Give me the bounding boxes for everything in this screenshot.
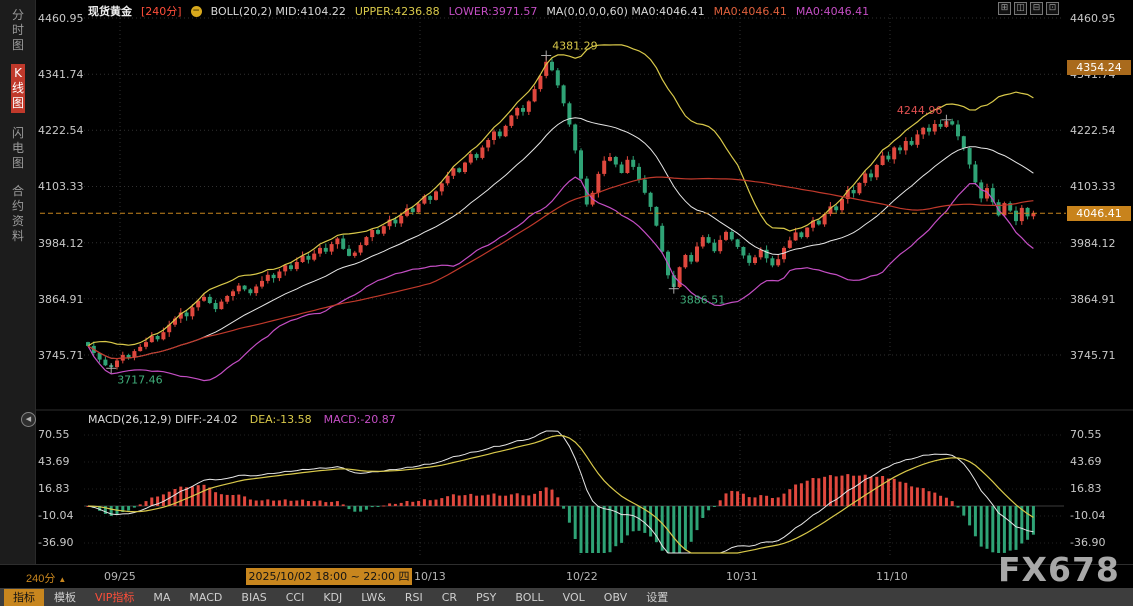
selected-range-label: 2025/10/02 18:00 ~ 22:00 四 xyxy=(246,568,412,585)
window-layout-icons: ⊞ ◫ ⊟ ⊡ xyxy=(998,2,1059,15)
y-axis-label: 4460.95 xyxy=(38,12,84,25)
boll-mid-readout: BOLL(20,2) MID:4104.22 xyxy=(211,5,346,18)
toolbar-item-vol[interactable]: VOL xyxy=(554,589,594,606)
toolbar-item-rsi[interactable]: RSI xyxy=(396,589,432,606)
svg-text:3717.46: 3717.46 xyxy=(117,373,163,386)
toolbar-item-settings[interactable]: 设置 xyxy=(637,589,677,606)
boll-upper-readout: UPPER:4236.88 xyxy=(355,5,440,18)
bottom-toolbar: 指标 模板 VIP指标 MA MACD BIAS CCI KDJ LW& RSI… xyxy=(0,588,1133,606)
toolbar-item-macd[interactable]: MACD xyxy=(180,589,231,606)
x-axis: 240分▲ 09/25 2025/10/02 18:00 ~ 22:00 四 1… xyxy=(0,564,1133,588)
price-badge-current: 4046.41 xyxy=(1067,206,1131,221)
sidebar-collapse-button[interactable]: ◀ xyxy=(21,412,36,427)
y-axis-label: 4103.33 xyxy=(38,180,84,193)
y-axis-label: 4222.54 xyxy=(38,124,84,137)
period-label: [240分] xyxy=(141,3,182,19)
toolbar-item-obv[interactable]: OBV xyxy=(595,589,636,606)
macd-diff-readout: MACD(26,12,9) DIFF:-24.02 xyxy=(88,413,238,426)
panel-collapse-icon[interactable]: ⊡ xyxy=(1046,2,1059,15)
period-value: 240分 xyxy=(26,573,55,585)
macd-dea-readout: DEA:-13.58 xyxy=(250,413,312,426)
grid-layout-icon[interactable]: ⊞ xyxy=(998,2,1011,15)
macd-axis-label: 70.55 xyxy=(1070,428,1102,441)
chevron-up-icon: ▲ xyxy=(58,575,66,584)
toolbar-item-cr[interactable]: CR xyxy=(433,589,466,606)
y-axis-label: 4341.74 xyxy=(38,68,84,81)
toolbar-item-cci[interactable]: CCI xyxy=(277,589,314,606)
ma-readout: MA(0,0,0,0,60) MA0:4046.41 xyxy=(546,5,704,18)
indicator-header: 现货黄金 [240分] − BOLL(20,2) MID:4104.22 UPP… xyxy=(88,3,869,19)
y-axis-label: 4222.54 xyxy=(1070,124,1116,137)
toolbar-item-psy[interactable]: PSY xyxy=(467,589,505,606)
macd-axis-label: 70.55 xyxy=(38,428,70,441)
toolbar-item-vip-indicators[interactable]: VIP指标 xyxy=(86,589,143,606)
date-label: 10/13 xyxy=(414,570,446,583)
macd-axis-label: -10.04 xyxy=(1070,509,1105,522)
fx678-watermark: FX678 xyxy=(998,550,1120,589)
sidebar-tab-kline[interactable]: K线图 xyxy=(11,64,25,113)
sidebar-tab-time-chart[interactable]: 分时图 xyxy=(11,8,25,53)
svg-text:4244.96: 4244.96 xyxy=(897,104,943,117)
date-label: 10/22 xyxy=(566,570,598,583)
y-axis-label: 3745.71 xyxy=(1070,349,1116,362)
symbol-name: 现货黄金 xyxy=(88,3,132,19)
date-label: 10/31 xyxy=(726,570,758,583)
toolbar-item-kdj[interactable]: KDJ xyxy=(314,589,351,606)
svg-text:3886.51: 3886.51 xyxy=(680,294,726,307)
sidebar-tab-lightning[interactable]: 闪电图 xyxy=(11,126,25,171)
period-selector[interactable]: 240分▲ xyxy=(26,570,66,586)
ma0-readout-2: MA0:4046.41 xyxy=(714,5,787,18)
macd-axis-label: -36.90 xyxy=(1070,536,1105,549)
y-axis-label: 3864.91 xyxy=(38,293,84,306)
date-label: 11/10 xyxy=(876,570,908,583)
sidebar-tab-contract-info[interactable]: 合约资料 xyxy=(11,184,25,244)
y-axis-label: 4460.95 xyxy=(1070,12,1116,25)
toolbar-item-ma[interactable]: MA xyxy=(144,589,179,606)
toolbar-item-bias[interactable]: BIAS xyxy=(232,589,275,606)
macd-axis-label: -36.90 xyxy=(38,536,73,549)
macd-axis-label: -10.04 xyxy=(38,509,73,522)
left-sidebar: 分时图 K线图 闪电图 合约资料 xyxy=(0,0,36,564)
y-axis-label: 3984.12 xyxy=(1070,237,1116,250)
macd-axis-label: 16.83 xyxy=(1070,482,1102,495)
macd-axis-label: 16.83 xyxy=(38,482,70,495)
chart-canvas[interactable]: 3717.46 4381.29 3886.51 4244.96 xyxy=(0,0,1133,606)
boll-lower-readout: LOWER:3971.57 xyxy=(449,5,538,18)
toolbar-item-boll[interactable]: BOLL xyxy=(506,589,552,606)
y-axis-label: 3745.71 xyxy=(38,349,84,362)
macd-axis-label: 43.69 xyxy=(1070,455,1102,468)
toolbar-item-lw[interactable]: LW& xyxy=(352,589,395,606)
y-axis-label: 4103.33 xyxy=(1070,180,1116,193)
macd-header: MACD(26,12,9) DIFF:-24.02 DEA:-13.58 MAC… xyxy=(88,413,396,426)
y-axis-label: 3984.12 xyxy=(38,237,84,250)
ma0-readout-3: MA0:4046.41 xyxy=(796,5,869,18)
split-columns-icon[interactable]: ◫ xyxy=(1014,2,1027,15)
toolbar-item-indicators[interactable]: 指标 xyxy=(4,589,44,606)
trading-app: 3717.46 4381.29 3886.51 4244.96 现货黄金 [240分]… xyxy=(0,0,1133,606)
date-label: 09/25 xyxy=(104,570,136,583)
macd-axis-label: 43.69 xyxy=(38,455,70,468)
svg-text:4381.29: 4381.29 xyxy=(552,40,598,53)
split-rows-icon[interactable]: ⊟ xyxy=(1030,2,1043,15)
toolbar-item-templates[interactable]: 模板 xyxy=(45,589,85,606)
price-badge-high: 4354.24 xyxy=(1067,60,1131,75)
y-axis-label: 3864.91 xyxy=(1070,293,1116,306)
coin-icon[interactable]: − xyxy=(191,6,202,17)
macd-value-readout: MACD:-20.87 xyxy=(324,413,396,426)
